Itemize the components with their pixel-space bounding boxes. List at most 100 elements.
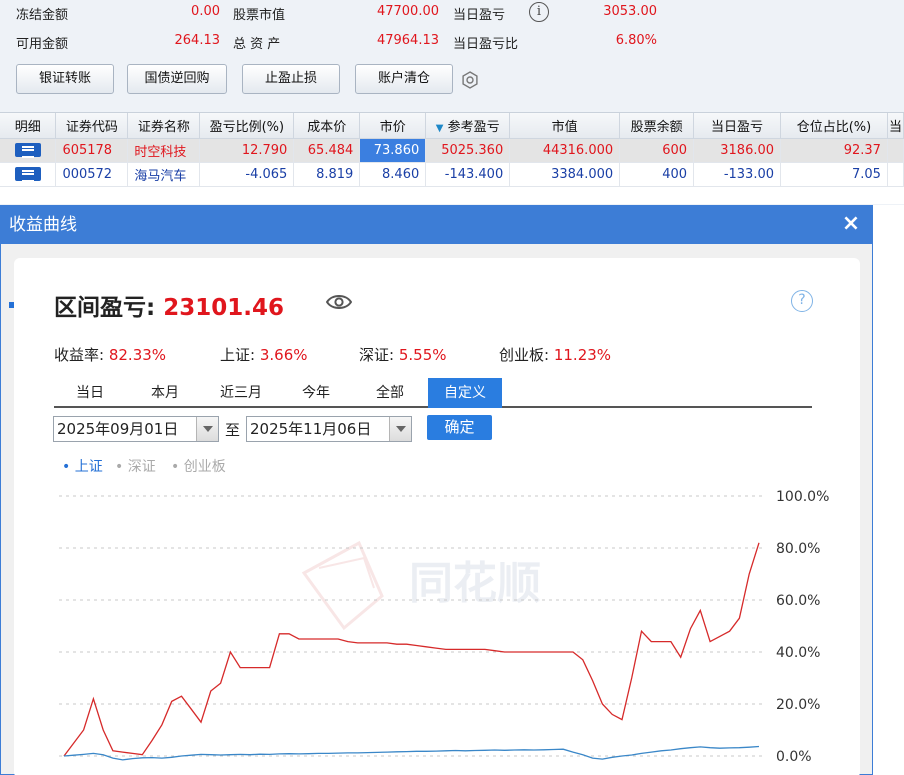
end-date-select[interactable]: 2025年11月06日 (246, 416, 412, 442)
today-pnl-cell: -133.00 (693, 162, 782, 187)
name-cell: 时空科技 (127, 138, 201, 163)
total-assets-value: 47964.13 (376, 33, 439, 48)
dialog-title: 收益曲线 (9, 215, 77, 235)
y-tick-label: 100.0% (776, 489, 829, 505)
confirm-button[interactable]: 确定 (427, 415, 492, 440)
detail-cell[interactable] (0, 162, 57, 187)
code-cell: 000572 (55, 162, 129, 187)
detail-list-icon[interactable] (14, 167, 41, 182)
position-ratio-cell: 92.37 (780, 138, 888, 163)
detail-cell[interactable] (0, 138, 57, 163)
date-to-label: 至 (225, 421, 241, 439)
cost-cell: 65.484 (293, 138, 361, 163)
range-pnl: 区间盈亏: 23101.46 (54, 288, 284, 322)
tab-today[interactable]: 当日 (54, 380, 126, 408)
tab-three-months[interactable]: 近三月 (205, 380, 277, 408)
metric-label: 创业板: (499, 346, 550, 364)
metric-value: 11.23% (553, 346, 612, 364)
profit-panel: 区间盈亏: 23101.46 ? 收益率: 82.33% 上证: 3.66% 深… (14, 258, 860, 775)
position-ratio-cell: 7.05 (780, 162, 888, 187)
today-pnl-label: 当日盈亏 (453, 8, 506, 23)
dialog-titlebar[interactable]: 收益曲线 × (1, 206, 872, 244)
total-assets-label: 总 资 产 (233, 37, 281, 52)
code-cell: 605178 (55, 138, 129, 163)
holdings-table: 明细 证券代码 证券名称 盈亏比例(%) 成本价 市价 ▼ 参考盈亏 市值 股票… (0, 112, 904, 204)
background-strip (873, 205, 904, 775)
metric-label: 深证: (359, 346, 395, 364)
legend-sz[interactable]: • 深证 (115, 456, 156, 476)
metric-value: 82.33% (108, 346, 167, 364)
settings-gear-icon[interactable] (460, 70, 480, 90)
y-tick-label: 0.0% (776, 749, 812, 765)
clear-account-button[interactable]: 账户清仓 (355, 64, 453, 94)
tab-custom[interactable]: 自定义 (428, 378, 502, 408)
available-label: 可用金额 (16, 37, 69, 52)
y-tick-label: 40.0% (776, 645, 820, 661)
col-balance[interactable]: 股票余额 (619, 113, 695, 139)
legend-sh[interactable]: • 上证 (62, 456, 103, 476)
frozen-value: 0.00 (191, 4, 220, 19)
col-name[interactable]: 证券名称 (127, 113, 201, 139)
detail-list-icon[interactable] (14, 143, 41, 158)
info-icon[interactable]: i (529, 2, 549, 22)
help-icon[interactable]: ? (791, 290, 813, 312)
balance-cell: 400 (619, 162, 695, 187)
more-cell (887, 138, 904, 163)
col-today-more[interactable]: 当 (887, 113, 904, 139)
metric-label: 收益率: (54, 346, 105, 364)
pnl-ratio-cell: -4.065 (199, 162, 295, 187)
col-pnl-ratio[interactable]: 盈亏比例(%) (199, 113, 295, 139)
col-market-value[interactable]: 市值 (509, 113, 621, 139)
start-date-value: 2025年09月01日 (57, 420, 179, 438)
chevron-down-icon[interactable] (389, 417, 411, 441)
stop-profit-loss-button[interactable]: 止盈止损 (242, 64, 340, 94)
account-summary: 冻结金额 0.00 股票市值 47700.00 当日盈亏 i 3053.00 可… (0, 0, 904, 108)
tab-year[interactable]: 今年 (280, 380, 352, 408)
pnl-ratio-cell: 12.790 (199, 138, 295, 163)
watermark-text: 同花顺 (409, 558, 541, 609)
ref-pnl-cell: -143.400 (425, 162, 511, 187)
bank-transfer-button[interactable]: 银证转账 (16, 64, 114, 94)
eye-icon[interactable] (326, 293, 352, 311)
reverse-repo-button[interactable]: 国债逆回购 (127, 64, 227, 94)
today-pnl-ratio-label: 当日盈亏比 (453, 37, 519, 52)
col-cost[interactable]: 成本价 (293, 113, 361, 139)
y-tick-label: 80.0% (776, 541, 820, 557)
end-date-value: 2025年11月06日 (250, 420, 372, 438)
legend-gem[interactable]: • 创业板 (171, 456, 226, 476)
tab-all[interactable]: 全部 (354, 380, 426, 408)
table-row[interactable]: 000572 海马汽车 -4.065 8.819 8.460 -143.400 … (0, 162, 904, 187)
balance-cell: 600 (619, 138, 695, 163)
cost-cell: 8.819 (293, 162, 361, 187)
price-cell: 8.460 (359, 162, 427, 187)
today-pnl-cell: 3186.00 (693, 138, 782, 163)
col-price[interactable]: 市价 (359, 113, 427, 139)
metric-value: 3.66% (259, 346, 308, 364)
watermark-logo: 同花顺 (301, 540, 541, 631)
tab-month[interactable]: 本月 (129, 380, 201, 408)
col-position-ratio[interactable]: 仓位占比(%) (780, 113, 888, 139)
more-cell (887, 162, 904, 187)
y-tick-label: 60.0% (776, 593, 820, 609)
metric-sz: 深证: 5.55% (359, 344, 447, 365)
metric-gem: 创业板: 11.23% (499, 344, 611, 365)
col-today-pnl[interactable]: 当日盈亏 (693, 113, 782, 139)
stock-value-label: 股票市值 (233, 8, 286, 23)
col-code[interactable]: 证券代码 (55, 113, 129, 139)
price-cell: 73.860 (359, 138, 427, 163)
market-value-cell: 3384.000 (509, 162, 621, 187)
y-tick-label: 20.0% (776, 697, 820, 713)
col-detail[interactable]: 明细 (0, 113, 57, 139)
col-ref-pnl[interactable]: ▼ 参考盈亏 (425, 113, 511, 139)
name-cell: 海马汽车 (127, 162, 201, 187)
metric-return: 收益率: 82.33% (54, 344, 166, 365)
col-ref-pnl-label: 参考盈亏 (447, 119, 500, 135)
table-row[interactable]: 605178 时空科技 12.790 65.484 73.860 5025.36… (0, 138, 904, 163)
start-date-select[interactable]: 2025年09月01日 (53, 416, 219, 442)
metric-label: 上证: (220, 346, 256, 364)
chevron-down-icon[interactable] (196, 417, 218, 441)
stock-value: 47700.00 (376, 4, 439, 19)
metric-value: 5.55% (398, 346, 447, 364)
today-pnl-value: 3053.00 (603, 4, 657, 19)
close-icon[interactable]: × (840, 213, 862, 235)
